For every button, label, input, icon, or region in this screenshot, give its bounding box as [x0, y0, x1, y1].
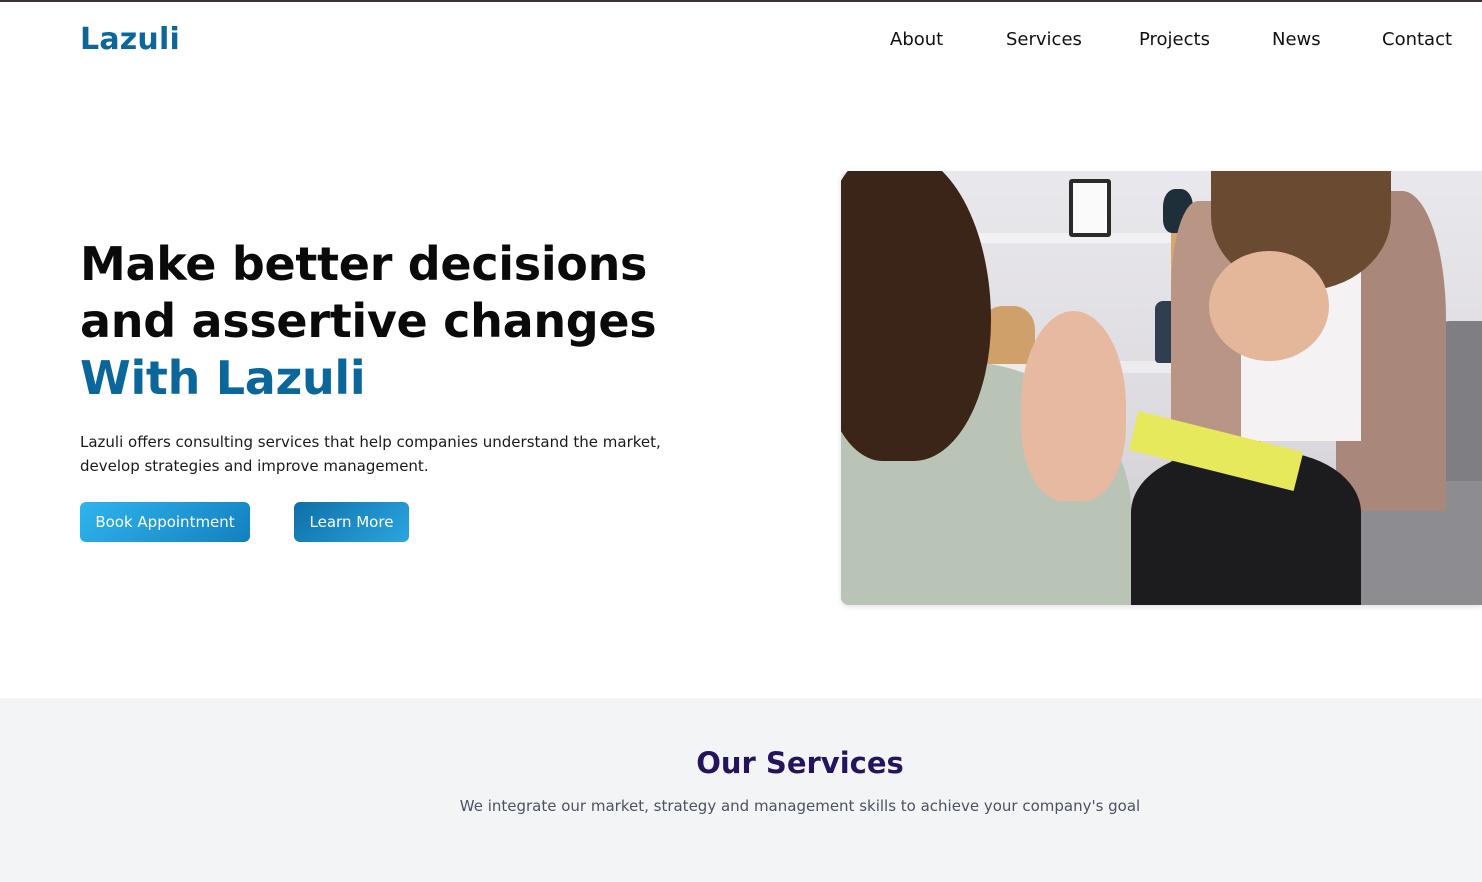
nav-link-news[interactable]: News	[1272, 29, 1321, 50]
top-border	[0, 0, 1482, 2]
nav-link-services[interactable]: Services	[1006, 29, 1082, 50]
services-title: Our Services	[696, 746, 904, 780]
hero-title-line-2: and assertive changes	[80, 294, 657, 348]
learn-more-button[interactable]: Learn More	[294, 502, 409, 542]
nav-link-contact[interactable]: Contact	[1382, 29, 1452, 50]
main-nav: About Services Projects News Contact	[0, 29, 1482, 53]
hero-description: Lazuli offers consulting services that h…	[80, 430, 680, 478]
services-section: Our Services We integrate our market, st…	[0, 698, 1482, 882]
nav-link-projects[interactable]: Projects	[1139, 29, 1210, 50]
hero-title: Make better decisions and assertive chan…	[80, 236, 800, 407]
hero-description-line-1: Lazuli offers consulting services that h…	[80, 433, 661, 451]
hero-description-line-2: develop strategies and improve managemen…	[80, 457, 429, 475]
services-subtitle: We integrate our market, strategy and ma…	[459, 797, 1141, 815]
hero-title-line-1: Make better decisions	[80, 237, 648, 291]
book-appointment-button[interactable]: Book Appointment	[80, 502, 250, 542]
hero-image	[841, 171, 1482, 605]
hero-title-accent: With Lazuli	[80, 351, 366, 405]
nav-link-about[interactable]: About	[890, 29, 943, 50]
